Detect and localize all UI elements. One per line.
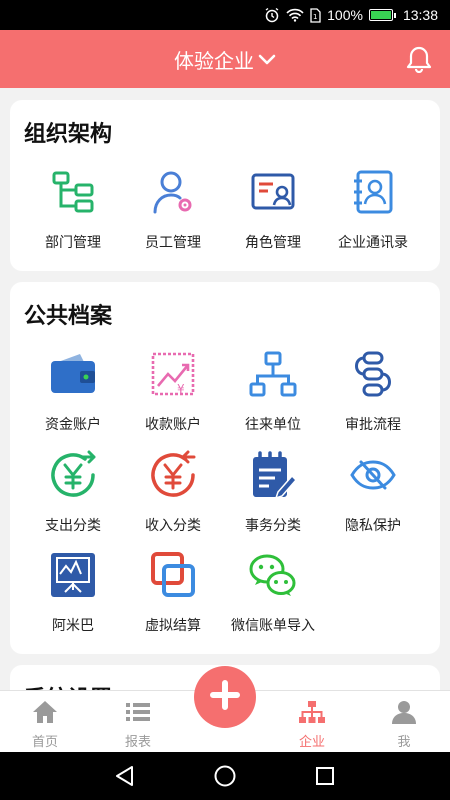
- company-name: 体验企业: [174, 48, 254, 73]
- battery-icon: [368, 9, 396, 21]
- hierarchy-icon: [245, 346, 301, 402]
- notepad-pen-icon: [245, 447, 301, 503]
- back-icon[interactable]: [113, 764, 137, 788]
- org-chart-icon: [272, 697, 352, 727]
- employee-management-item[interactable]: 员工管理: [123, 164, 223, 252]
- add-record-button[interactable]: [194, 666, 256, 728]
- privacy-protection-label: 隐私保护: [345, 518, 401, 534]
- affair-category-item[interactable]: 事务分类: [223, 447, 323, 535]
- archive-section-title: 公共档案: [24, 304, 113, 329]
- home-circle-icon[interactable]: [213, 764, 237, 788]
- plus-icon: [210, 680, 240, 714]
- receipt-account-label: 收款账户: [145, 417, 201, 433]
- app-header: 体验企业: [0, 30, 450, 88]
- status-bar: 1 100% 13:38: [0, 0, 450, 30]
- virtual-settlement-item[interactable]: 虚拟结算: [123, 547, 223, 635]
- expense-category-label: 支出分类: [45, 518, 101, 534]
- wifi-icon: [286, 8, 304, 22]
- approval-workflow-label: 审批流程: [345, 417, 401, 433]
- role-management-label: 角色管理: [245, 235, 301, 251]
- employee-gear-icon: [145, 164, 201, 220]
- svg-text:¥: ¥: [177, 382, 185, 396]
- clock: 13:38: [402, 7, 438, 23]
- company-contacts-item[interactable]: 企业通讯录: [323, 164, 423, 252]
- eye-slash-icon: [345, 447, 401, 503]
- org-section-title: 组织架构: [24, 122, 113, 147]
- tab-me-label: 我: [397, 735, 411, 750]
- alarm-icon: [264, 7, 280, 23]
- wechat-icon: [245, 547, 301, 603]
- business-partner-item[interactable]: 往来单位: [223, 346, 323, 434]
- presentation-board-icon: [45, 547, 101, 603]
- business-partner-label: 往来单位: [245, 417, 301, 433]
- income-category-item[interactable]: 收入分类: [123, 447, 223, 535]
- affair-category-label: 事务分类: [245, 518, 301, 534]
- battery-percent: 100%: [327, 7, 363, 23]
- department-management-item[interactable]: 部门管理: [23, 164, 123, 252]
- org-card: 组织架构 部门管理 员工管理 角色管理 企业通讯录: [10, 100, 440, 271]
- privacy-protection-item[interactable]: 隐私保护: [323, 447, 423, 535]
- wallet-icon: [45, 346, 101, 402]
- recents-icon[interactable]: [313, 764, 337, 788]
- approval-workflow-item[interactable]: 审批流程: [323, 346, 423, 434]
- chevron-down-icon: [258, 47, 276, 71]
- tab-home[interactable]: 首页: [5, 697, 85, 750]
- fund-account-label: 资金账户: [45, 417, 101, 433]
- home-icon: [5, 697, 85, 727]
- contacts-book-icon: [345, 164, 401, 220]
- sim-icon: 1: [310, 7, 321, 23]
- system-navigation-bar: [0, 752, 450, 800]
- employee-management-label: 员工管理: [145, 235, 201, 251]
- department-management-label: 部门管理: [45, 235, 101, 251]
- company-contacts-label: 企业通讯录: [338, 235, 408, 251]
- workflow-icon: [345, 346, 401, 402]
- fund-account-item[interactable]: 资金账户: [23, 346, 123, 434]
- amoeba-item[interactable]: 阿米巴: [23, 547, 123, 635]
- role-card-icon: [245, 164, 301, 220]
- amoeba-label: 阿米巴: [52, 618, 94, 634]
- role-management-item[interactable]: 角色管理: [223, 164, 323, 252]
- yen-in-icon: [145, 447, 201, 503]
- tab-reports-label: 报表: [124, 735, 151, 750]
- company-switcher[interactable]: 体验企业: [174, 45, 276, 74]
- tab-me[interactable]: 我: [364, 697, 444, 750]
- yen-out-icon: [45, 447, 101, 503]
- overlap-squares-icon: [145, 547, 201, 603]
- tab-company-label: 企业: [298, 735, 325, 750]
- list-icon: [98, 697, 178, 727]
- wechat-bill-import-label: 微信账单导入: [231, 618, 315, 634]
- virtual-settlement-label: 虚拟结算: [145, 618, 201, 634]
- org-chart-icon: [45, 164, 101, 220]
- user-icon: [364, 697, 444, 727]
- wechat-bill-import-item[interactable]: 微信账单导入: [223, 547, 323, 635]
- archive-card: 公共档案 资金账户 ¥ 收款账户 往来单位 审批流程 支出分类 收入分类 事务分…: [10, 282, 440, 654]
- svg-text:1: 1: [313, 13, 317, 21]
- bell-icon[interactable]: [406, 45, 432, 77]
- tab-reports[interactable]: 报表: [98, 697, 178, 750]
- expense-category-item[interactable]: 支出分类: [23, 447, 123, 535]
- income-category-label: 收入分类: [145, 518, 201, 534]
- yen-growth-icon: ¥: [145, 346, 201, 402]
- receipt-account-item[interactable]: ¥ 收款账户: [123, 346, 223, 434]
- tab-home-label: 首页: [31, 735, 58, 750]
- tab-company[interactable]: 企业: [272, 697, 352, 750]
